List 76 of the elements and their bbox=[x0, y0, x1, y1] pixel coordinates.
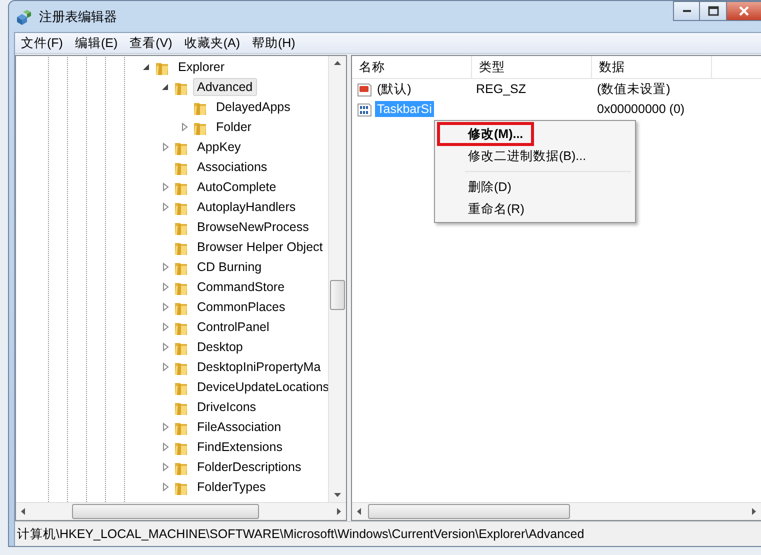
collapsed-triangle-icon[interactable] bbox=[161, 142, 170, 152]
value-type: REG_SZ bbox=[476, 82, 526, 96]
scroll-thumb[interactable] bbox=[72, 504, 259, 519]
collapsed-triangle-icon[interactable] bbox=[161, 302, 170, 312]
close-button[interactable] bbox=[727, 1, 761, 21]
scroll-thumb[interactable] bbox=[330, 280, 345, 310]
scroll-up-icon[interactable] bbox=[333, 60, 342, 66]
horizontal-scrollbar[interactable] bbox=[352, 502, 761, 520]
collapsed-triangle-icon[interactable] bbox=[161, 462, 170, 472]
column-header[interactable]: 数据 bbox=[592, 56, 712, 78]
collapsed-triangle-icon[interactable] bbox=[161, 262, 170, 272]
scroll-left-icon[interactable] bbox=[20, 507, 26, 516]
scroll-left-icon[interactable] bbox=[356, 507, 362, 516]
maximize-button[interactable] bbox=[700, 1, 727, 21]
tree-item[interactable]: Desktop bbox=[193, 338, 247, 356]
tree-item[interactable]: Associations bbox=[193, 158, 272, 176]
menu-item[interactable]: 收藏夹(A) bbox=[178, 34, 246, 52]
minimize-button[interactable] bbox=[673, 1, 700, 21]
menu-item[interactable]: 文件(F) bbox=[15, 34, 69, 52]
tree-item[interactable]: Explorer bbox=[174, 58, 229, 76]
column-header[interactable]: 类型 bbox=[472, 56, 592, 78]
menu-item[interactable]: 帮助(H) bbox=[246, 34, 302, 52]
scroll-thumb[interactable] bbox=[368, 504, 570, 519]
scroll-right-icon[interactable] bbox=[336, 507, 342, 516]
tree-item[interactable]: Advanced bbox=[193, 78, 257, 96]
value-data: 0x00000000 (0) bbox=[597, 102, 685, 116]
collapsed-triangle-icon[interactable] bbox=[161, 202, 170, 212]
close-icon bbox=[738, 6, 750, 16]
tree-item[interactable]: ControlPanel bbox=[193, 318, 274, 336]
tree-item[interactable]: BrowseNewProcess bbox=[193, 218, 313, 236]
tree-item[interactable]: AppKey bbox=[193, 138, 245, 156]
window-title: 注册表编辑器 bbox=[39, 8, 118, 26]
string-value-icon bbox=[357, 82, 372, 96]
menu-item[interactable]: 编辑(E) bbox=[68, 34, 124, 52]
menu-item[interactable]: 查看(V) bbox=[124, 34, 178, 52]
collapsed-triangle-icon[interactable] bbox=[161, 362, 170, 372]
tree-item[interactable]: DelayedApps bbox=[212, 98, 294, 116]
menu-item[interactable]: 删除(D) bbox=[437, 175, 522, 199]
tree-item[interactable]: FileAssociation bbox=[193, 418, 286, 436]
value-name[interactable]: (默认) bbox=[375, 80, 414, 98]
value-data: (数值未设置) bbox=[597, 80, 670, 98]
collapsed-triangle-icon[interactable] bbox=[161, 322, 170, 332]
tree-item[interactable]: AutoplayHandlers bbox=[193, 198, 300, 216]
tree-item[interactable]: Browser Helper Object bbox=[193, 238, 327, 256]
collapsed-triangle-icon[interactable] bbox=[180, 122, 189, 132]
scroll-right-icon[interactable] bbox=[751, 507, 757, 516]
menu-item[interactable]: 修改(M)... bbox=[437, 122, 534, 146]
collapsed-triangle-icon[interactable] bbox=[161, 422, 170, 432]
expanded-triangle-icon[interactable] bbox=[161, 82, 170, 92]
horizontal-scrollbar[interactable] bbox=[16, 502, 346, 520]
tree-item[interactable]: Folder bbox=[212, 118, 256, 136]
maximize-icon bbox=[708, 6, 718, 16]
collapsed-triangle-icon[interactable] bbox=[161, 342, 170, 352]
collapsed-triangle-icon[interactable] bbox=[161, 282, 170, 292]
tree-item[interactable]: DriveIcons bbox=[193, 398, 260, 416]
minimize-icon bbox=[682, 9, 692, 13]
collapsed-triangle-icon[interactable] bbox=[161, 482, 170, 492]
collapsed-triangle-icon[interactable] bbox=[161, 182, 170, 192]
tree-item[interactable]: DesktopIniPropertyMa bbox=[193, 358, 325, 376]
menu-item[interactable]: 修改二进制数据(B)... bbox=[437, 144, 598, 168]
vertical-scrollbar[interactable] bbox=[328, 56, 346, 502]
tree-item[interactable]: FindExtensions bbox=[193, 438, 286, 456]
tree-item[interactable]: CD Burning bbox=[193, 258, 266, 276]
tree-item[interactable]: AutoComplete bbox=[193, 178, 280, 196]
registry-path: 计算机\HKEY_LOCAL_MACHINE\SOFTWARE\Microsoft\Windows\CurrentVersion\Explorer\Advanced bbox=[17, 526, 584, 542]
collapsed-triangle-icon[interactable] bbox=[161, 442, 170, 452]
cubes-icon bbox=[15, 8, 33, 26]
tree-item[interactable]: CommandStore bbox=[193, 278, 289, 296]
scroll-down-icon[interactable] bbox=[333, 492, 342, 498]
tree-item[interactable]: FolderTypes bbox=[193, 478, 270, 496]
menu-item[interactable]: 重命名(R) bbox=[437, 197, 536, 221]
expanded-triangle-icon[interactable] bbox=[142, 62, 151, 72]
tree-item[interactable]: FolderDescriptions bbox=[193, 458, 306, 476]
column-header[interactable]: 名称 bbox=[352, 56, 472, 78]
tree-item[interactable]: CommonPlaces bbox=[193, 298, 290, 316]
binary-value-icon bbox=[357, 102, 372, 116]
